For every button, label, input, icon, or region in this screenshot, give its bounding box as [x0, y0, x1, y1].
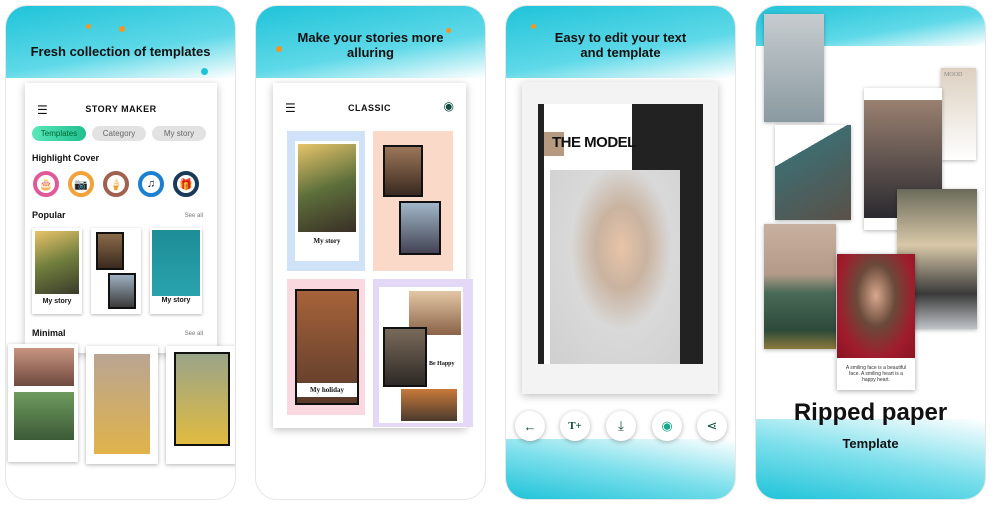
popular-template[interactable]: My story — [32, 228, 82, 314]
ripped-template[interactable] — [764, 14, 824, 122]
panel-subtitle: Template — [842, 436, 899, 451]
panel-headline: Ripped paper — [793, 399, 948, 426]
eye-icon[interactable]: ◉ — [444, 99, 454, 113]
brush-decoration — [6, 6, 235, 78]
gift-icon[interactable]: 🎁 — [173, 171, 199, 197]
ripped-template[interactable] — [775, 125, 851, 220]
model-photo — [550, 170, 680, 364]
screen-title: CLASSIC — [347, 103, 391, 113]
headline-text[interactable]: THE MODEL — [552, 134, 636, 151]
popular-template[interactable] — [91, 228, 141, 314]
minimal-template[interactable] — [166, 346, 235, 464]
cake-icon[interactable]: 🎂 — [33, 171, 59, 197]
quote-text: A smiling face is a beautiful face. A sm… — [845, 365, 907, 383]
section-highlight-cover: Highlight Cover — [32, 153, 99, 163]
tab-my-story[interactable]: My story — [152, 126, 206, 141]
screenshot-panel-1: Fresh collection of templates ☰ STORY MA… — [5, 5, 236, 500]
app-screen: ☰ STORY MAKER Templates Category My stor… — [25, 83, 217, 353]
music-icon[interactable]: ♫ — [138, 171, 164, 197]
add-text-icon[interactable]: T+ — [560, 411, 590, 441]
screenshot-panel-3: Easy to edit your text and template THE … — [505, 5, 736, 500]
editor-canvas[interactable]: THE MODEL — [522, 82, 718, 394]
minimal-template[interactable] — [8, 344, 78, 462]
template-thumb[interactable]: Be Happy — [373, 279, 473, 427]
back-arrow-icon[interactable]: ← — [515, 411, 545, 441]
popular-template[interactable]: My story — [150, 228, 202, 314]
section-minimal: Minimal — [32, 328, 66, 338]
app-screen: ☰ CLASSIC ◉ My story My holiday Be Happy — [273, 83, 473, 428]
tab-category[interactable]: Category — [92, 126, 146, 141]
see-all-link[interactable]: See all — [185, 331, 203, 337]
panel-title: Fresh collection of templates — [30, 44, 211, 59]
tab-templates[interactable]: Templates — [32, 126, 86, 141]
camera-icon[interactable]: 📷 — [68, 171, 94, 197]
template-thumb[interactable]: My holiday — [287, 279, 365, 415]
template-thumb[interactable]: My story — [287, 131, 365, 271]
download-icon[interactable]: ⤓ — [606, 411, 636, 441]
app-title: STORY MAKER — [85, 104, 157, 114]
screenshot-panel-2: Make your stories more alluring ☰ CLASSI… — [255, 5, 486, 500]
see-all-link[interactable]: See all — [185, 213, 203, 219]
share-icon[interactable]: ⋖ — [697, 411, 727, 441]
ice-cream-icon[interactable]: 🍦 — [103, 171, 129, 197]
panel-title: Easy to edit your text and template — [554, 30, 687, 60]
ripped-template[interactable] — [764, 224, 836, 349]
screenshot-panel-4: MOOD A smiling face is a beautiful face.… — [755, 5, 986, 500]
panel-title: Make your stories more alluring — [297, 30, 444, 60]
minimal-template[interactable] — [86, 346, 158, 464]
ripped-template[interactable]: A smiling face is a beautiful face. A sm… — [837, 254, 915, 390]
preview-eye-icon[interactable]: ◉ — [652, 411, 682, 441]
section-popular: Popular — [32, 210, 66, 220]
template-thumb[interactable] — [373, 131, 453, 271]
ripped-template[interactable]: MOOD — [941, 68, 976, 160]
